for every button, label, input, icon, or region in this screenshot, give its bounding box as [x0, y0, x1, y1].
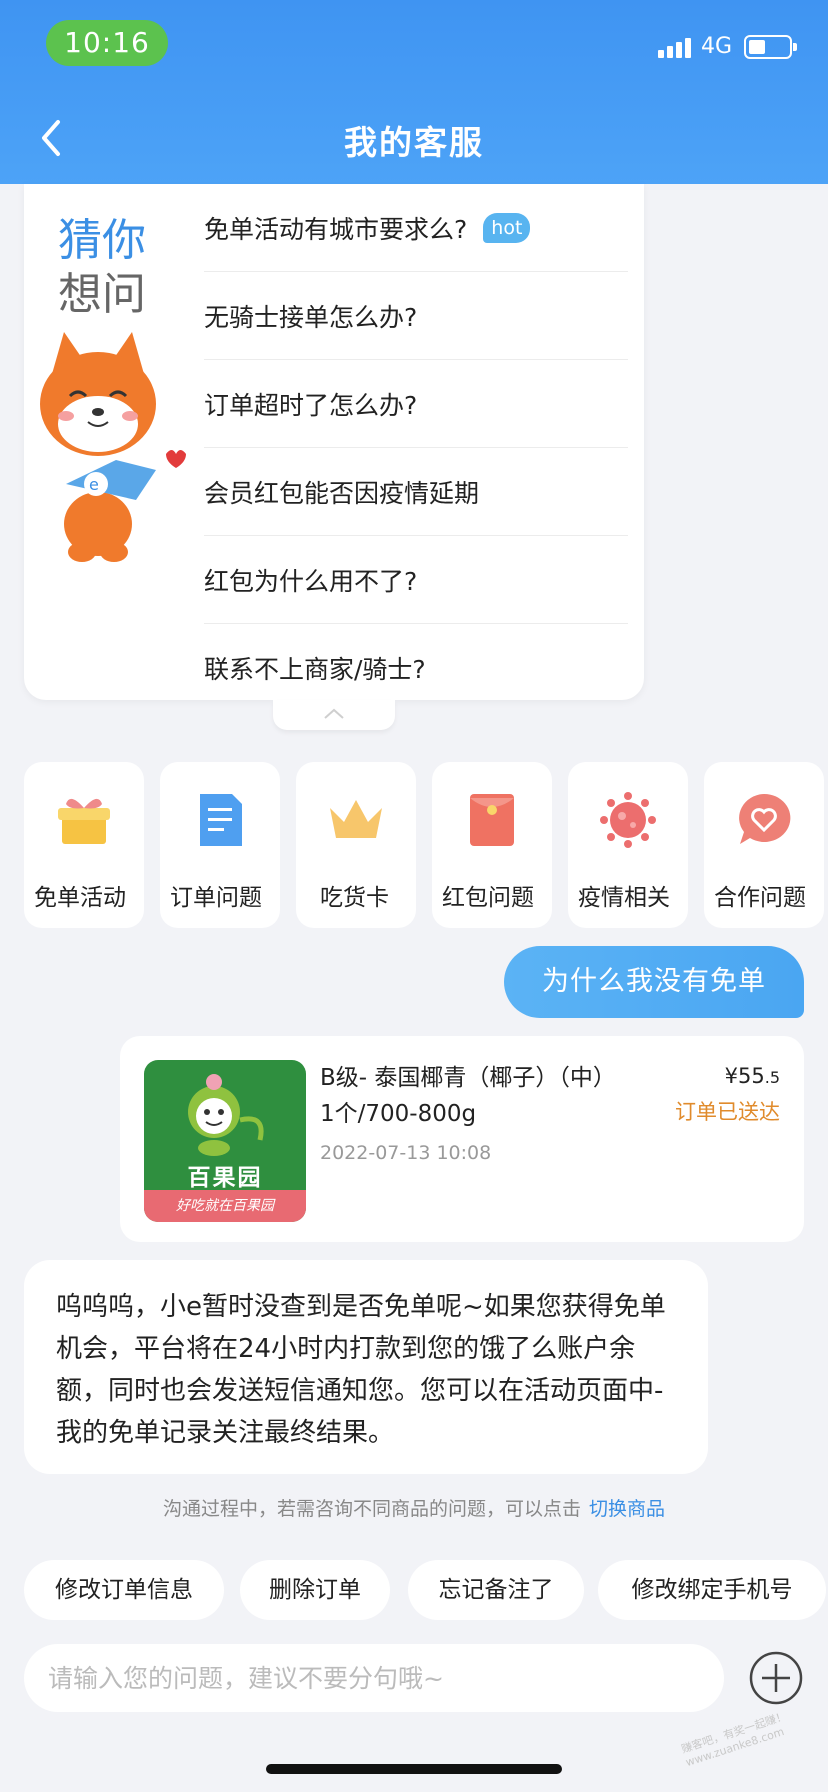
faq-title: 猜你 想问: [58, 214, 146, 322]
home-indicator[interactable]: [266, 1764, 562, 1774]
faq-question-text: 免单活动有城市要求么?: [204, 214, 468, 244]
category-label: 吃货卡: [320, 885, 389, 911]
crown-icon: [330, 800, 382, 838]
bot-message-bubble: 呜呜呜，小e暂时没查到是否免单呢~如果您获得免单机会，平台将在24小时内打款到您…: [24, 1260, 708, 1474]
virus-icon: [600, 792, 656, 848]
monkey-logo-icon: [188, 1074, 264, 1156]
category-foodie-card[interactable]: 吃货卡: [296, 762, 416, 928]
category-label: 红包问题: [442, 885, 534, 911]
switch-product-hint: 沟通过程中，若需咨询不同商品的问题，可以点击 切换商品: [0, 1494, 828, 1521]
signal-icon: [657, 36, 691, 58]
faq-question[interactable]: 联系不上商家/骑士?: [204, 624, 628, 712]
document-icon: [200, 794, 242, 846]
header-bar: 10:16 4G 我的客服: [0, 0, 828, 184]
faq-question[interactable]: 无骑士接单怎么办?: [204, 272, 628, 360]
price-decimal: .5: [764, 1068, 780, 1087]
order-card[interactable]: 百果园 好吃就在百果园 B级- 泰国椰青（椰子）（中） 1个/700-800g …: [120, 1036, 804, 1242]
product-name-line1: B级- 泰国椰青（椰子）（中）: [320, 1065, 616, 1091]
faq-question-text: 无骑士接单怎么办?: [204, 302, 418, 332]
quick-reply-modify-order[interactable]: 修改订单信息: [24, 1560, 224, 1620]
faq-question[interactable]: 订单超时了怎么办?: [204, 360, 628, 448]
product-name: B级- 泰国椰青（椰子）（中） 1个/700-800g: [320, 1060, 650, 1132]
category-label: 免单活动: [34, 885, 126, 911]
price-symbol: ¥: [724, 1064, 738, 1088]
category-label: 疫情相关: [578, 885, 670, 911]
network-type: 4G: [700, 34, 732, 59]
svg-text:e: e: [89, 475, 99, 494]
category-free-order[interactable]: 免单活动: [24, 762, 144, 928]
order-price: ¥55.5: [725, 1064, 780, 1088]
faq-question-text: 联系不上商家/骑士?: [204, 655, 426, 684]
product-name-line2: 1个/700-800g: [320, 1101, 477, 1127]
faq-title-line1: 猜你: [58, 215, 146, 266]
user-message-bubble: 为什么我没有免单: [504, 946, 804, 1018]
switch-product-link[interactable]: 切换商品: [589, 1498, 665, 1520]
category-row[interactable]: 免单活动 订单问题 吃货卡 红包问题 疫情相关 合作问题: [24, 762, 828, 930]
fox-mascot-image: e: [40, 332, 186, 562]
category-cooperation[interactable]: 合作问题: [704, 762, 824, 928]
faq-question-text: 红包为什么用不了?: [204, 566, 418, 596]
faq-question[interactable]: 会员红包能否因疫情延期: [204, 448, 628, 536]
faq-question-text: 订单超时了怎么办?: [204, 390, 418, 420]
quick-reply-delete-order[interactable]: 删除订单: [240, 1560, 390, 1620]
product-slogan: 好吃就在百果园: [144, 1190, 306, 1222]
category-label: 合作问题: [714, 885, 806, 911]
chevron-up-icon: [324, 708, 344, 719]
price-integer: 55: [738, 1064, 765, 1088]
product-image: 百果园 好吃就在百果园: [144, 1060, 306, 1222]
category-order-issue[interactable]: 订单问题: [160, 762, 280, 928]
gift-icon: [58, 798, 110, 844]
status-icons: 4G: [657, 34, 797, 59]
product-brand: 百果园: [187, 1165, 263, 1191]
quick-reply-forgot-note[interactable]: 忘记备注了: [408, 1560, 584, 1620]
category-epidemic[interactable]: 疫情相关: [568, 762, 688, 928]
category-red-envelope[interactable]: 红包问题: [432, 762, 552, 928]
hint-text: 沟通过程中，若需咨询不同商品的问题，可以点击: [162, 1498, 581, 1520]
order-status: 订单已送达: [675, 1100, 780, 1124]
faq-question[interactable]: 红包为什么用不了?: [204, 536, 628, 624]
plus-circle-icon[interactable]: [748, 1650, 804, 1706]
heart-chat-icon: [739, 793, 791, 844]
faq-title-line2: 想问: [58, 269, 146, 320]
quick-reply-change-phone[interactable]: 修改绑定手机号: [598, 1560, 826, 1620]
page-title: 我的客服: [344, 123, 484, 162]
red-envelope-icon: [470, 794, 514, 846]
order-date: 2022-07-13 10:08: [320, 1142, 492, 1164]
status-time: 10:16: [46, 20, 168, 66]
message-input[interactable]: [24, 1644, 724, 1712]
category-label: 订单问题: [170, 885, 262, 911]
hot-badge: hot: [483, 212, 531, 243]
collapse-button[interactable]: [273, 700, 395, 730]
faq-question[interactable]: 免单活动有城市要求么? hot: [204, 184, 628, 272]
faq-question-list: 免单活动有城市要求么? hot 无骑士接单怎么办? 订单超时了怎么办? 会员红包…: [204, 184, 628, 712]
faq-question-text: 会员红包能否因疫情延期: [204, 478, 480, 508]
battery-icon: [744, 34, 797, 59]
faq-card: 猜你 想问 e 免单活动有城市要求么? hot 无骑士接单怎么办? 订单超时了怎…: [24, 184, 644, 700]
